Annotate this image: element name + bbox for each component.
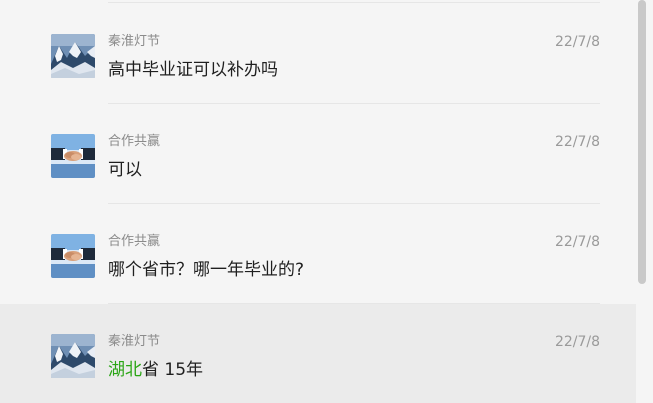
snowy-mountain-icon [51,334,95,378]
divider [108,2,600,3]
sender-name: 合作共赢 [108,234,161,249]
avatar[interactable] [51,134,95,178]
sender-name: 合作共赢 [108,134,161,149]
message-text[interactable]: 哪个省市？哪一年毕业的? [108,258,304,282]
scrollbar-thumb[interactable] [638,0,646,284]
message-item[interactable]: 合作共赢 22/7/8 哪个省市？哪一年毕业的? [0,204,636,304]
handshake-icon [51,134,95,178]
message-time: 22/7/8 [554,234,600,250]
chat-history-panel: 秦淮灯节 22/7/8 高中毕业证可以补办吗 合作共赢 22/7/8 可以 合作… [0,0,653,403]
message-item[interactable]: 秦淮灯节 22/7/8 高中毕业证可以补办吗 [0,4,636,104]
message-text-rest: 省 15年 [142,360,204,380]
handshake-icon [51,234,95,278]
message-time: 22/7/8 [554,334,600,350]
location-link[interactable]: 湖北 [108,360,142,380]
message-text[interactable]: 高中毕业证可以补办吗 [108,58,278,82]
message-text[interactable]: 湖北省 15年 [108,358,203,382]
snowy-mountain-icon [51,34,95,78]
avatar[interactable] [51,334,95,378]
sender-name: 秦淮灯节 [108,34,161,49]
message-item[interactable]: 合作共赢 22/7/8 可以 [0,104,636,204]
message-item[interactable]: 秦淮灯节 22/7/8 湖北省 15年 [0,304,636,403]
sender-name: 秦淮灯节 [108,334,161,349]
avatar[interactable] [51,34,95,78]
message-time: 22/7/8 [554,134,600,150]
message-text[interactable]: 可以 [108,158,142,182]
avatar[interactable] [51,234,95,278]
message-time: 22/7/8 [554,34,600,50]
